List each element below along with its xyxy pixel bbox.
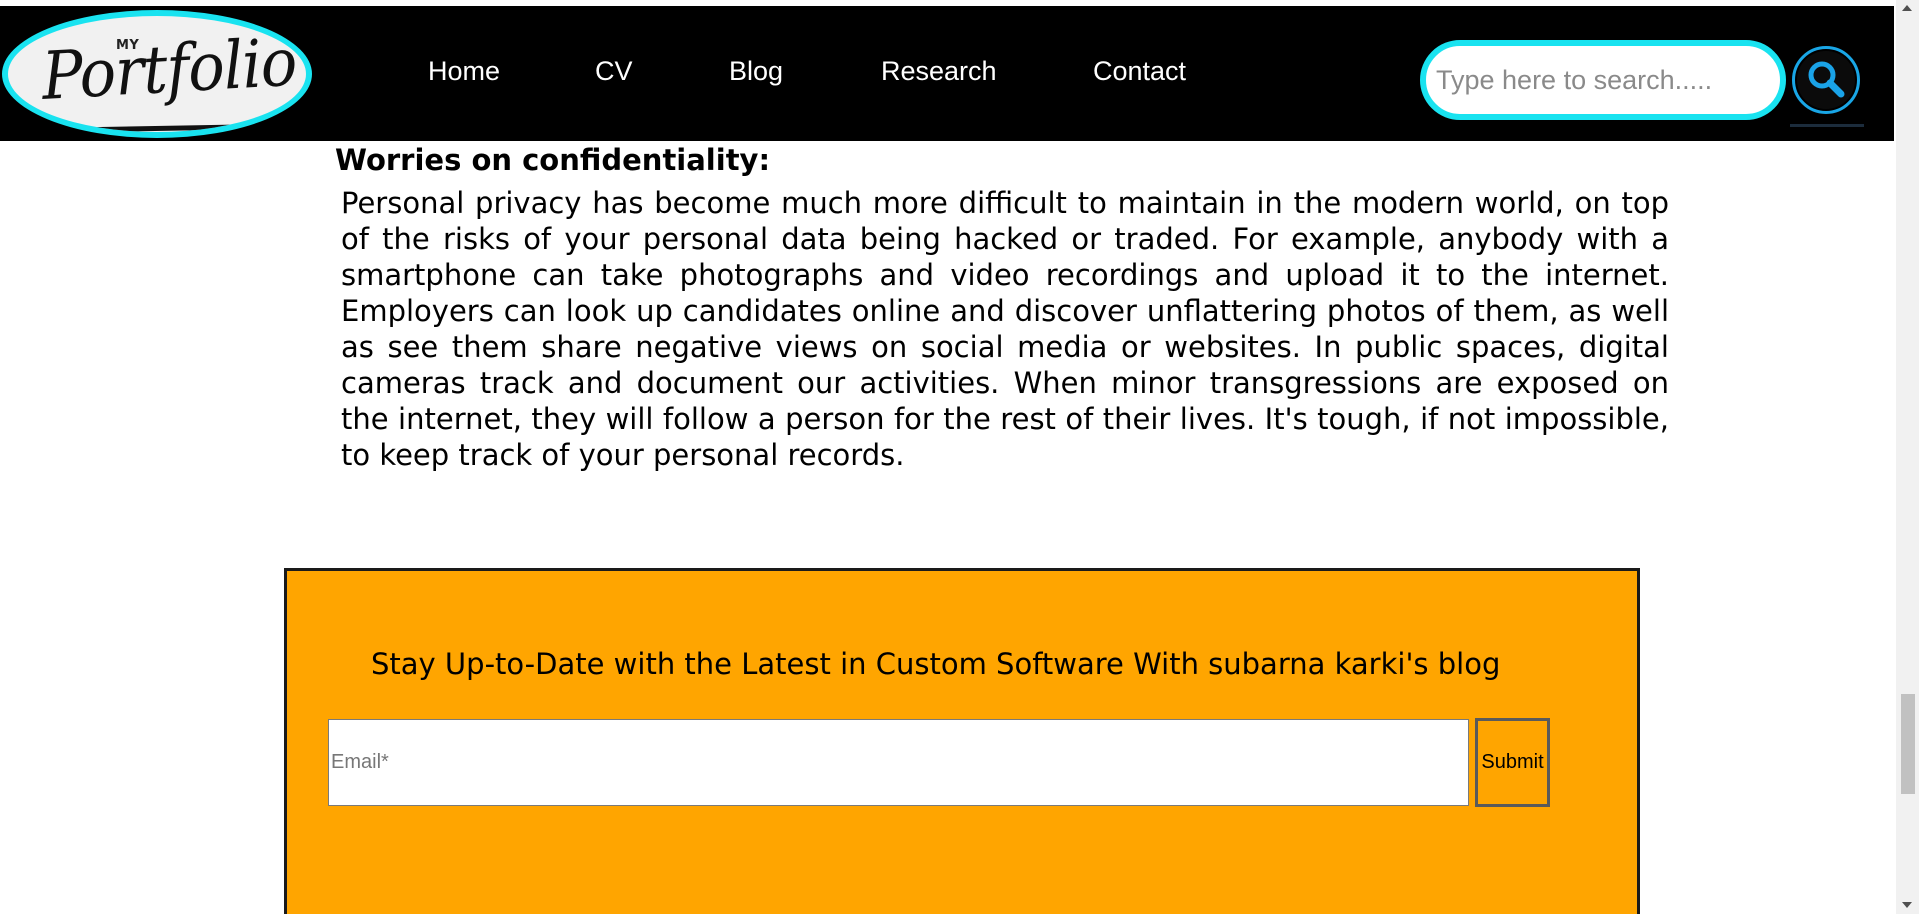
nav-item-home[interactable]: Home — [428, 56, 500, 87]
nav-item-contact[interactable]: Contact — [1093, 56, 1186, 87]
article-heading: Worries on confidentiality: — [335, 143, 771, 177]
logo-brush-stroke — [55, 124, 257, 132]
email-field[interactable] — [328, 719, 1469, 806]
search-underline — [1790, 124, 1864, 127]
search-input[interactable] — [1426, 46, 1780, 114]
site-header: MY Portfolio Home CV Blog Research Conta… — [0, 6, 1894, 141]
search-box — [1420, 40, 1786, 120]
subscribe-section: Stay Up-to-Date with the Latest in Custo… — [284, 568, 1640, 914]
scroll-down-arrow-icon[interactable] — [1902, 902, 1912, 908]
logo-word: Portfolio — [40, 23, 299, 115]
scroll-up-arrow-icon[interactable] — [1902, 5, 1912, 11]
logo[interactable]: MY Portfolio — [2, 10, 312, 138]
nav-item-blog[interactable]: Blog — [729, 56, 783, 87]
vertical-scrollbar[interactable] — [1896, 0, 1919, 914]
subscribe-title: Stay Up-to-Date with the Latest in Custo… — [371, 647, 1501, 681]
page-viewport: MY Portfolio Home CV Blog Research Conta… — [0, 0, 1896, 914]
search-button[interactable] — [1792, 46, 1860, 114]
article-body: Personal privacy has become much more di… — [341, 186, 1669, 472]
nav-item-research[interactable]: Research — [881, 56, 997, 87]
nav-item-cv[interactable]: CV — [595, 56, 633, 87]
search-icon — [1797, 51, 1855, 109]
scrollbar-thumb[interactable] — [1901, 694, 1915, 794]
submit-button[interactable]: Submit — [1475, 718, 1550, 807]
